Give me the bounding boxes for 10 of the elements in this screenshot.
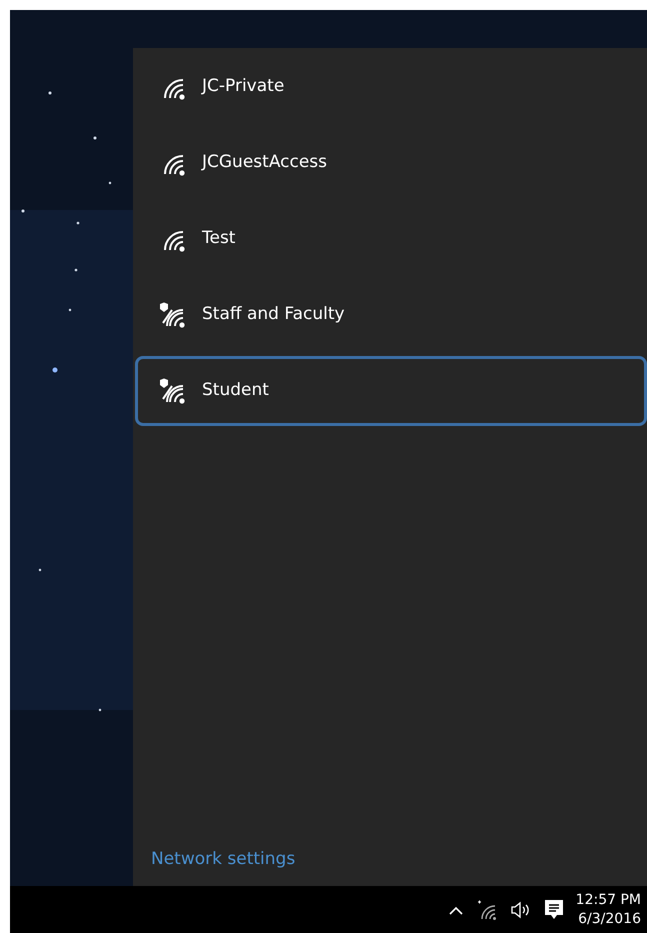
- network-settings-link[interactable]: Network settings: [151, 846, 296, 872]
- clock[interactable]: 12:57 PM 6/3/2016: [576, 890, 641, 928]
- network-item[interactable]: Student: [135, 356, 647, 426]
- chevron-up-icon[interactable]: [448, 904, 464, 914]
- network-item[interactable]: JC-Private: [135, 52, 647, 122]
- network-item[interactable]: Test: [135, 204, 647, 274]
- network-item[interactable]: Staff and Faculty: [135, 280, 647, 350]
- notification-icon[interactable]: [544, 898, 564, 920]
- network-item[interactable]: JCGuestAccess: [135, 128, 647, 198]
- wifi-icon[interactable]: [476, 900, 498, 920]
